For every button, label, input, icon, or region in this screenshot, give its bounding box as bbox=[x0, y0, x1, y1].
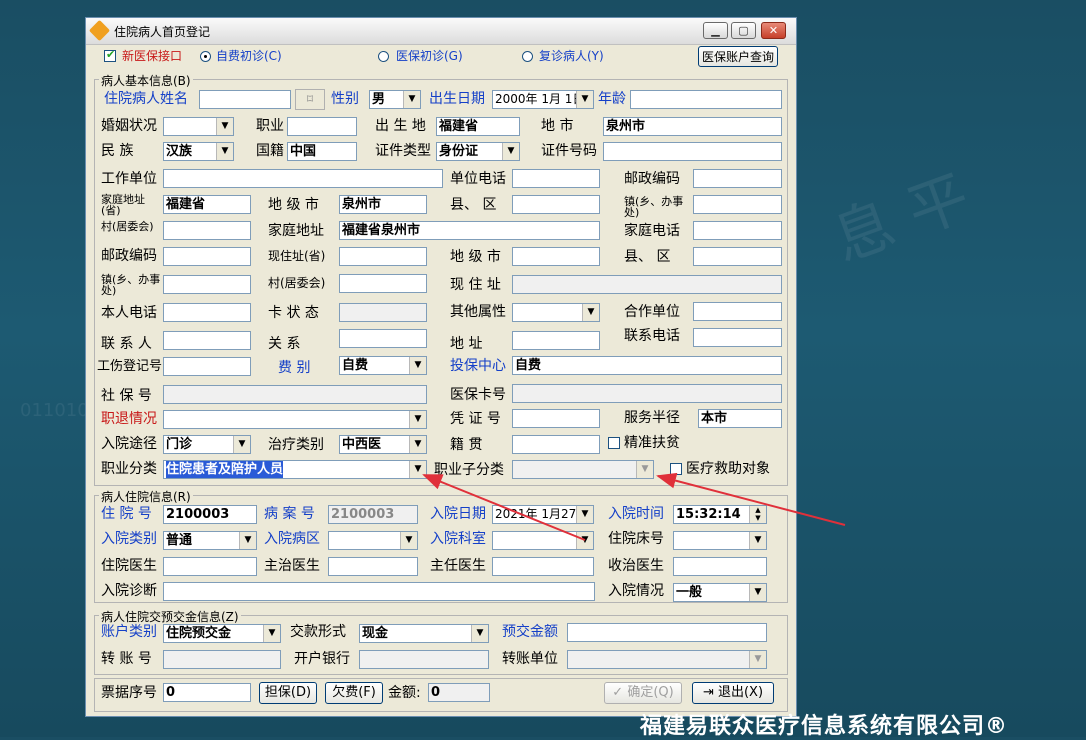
annotation-arrows bbox=[422, 472, 846, 541]
company-name: 福建易联众医疗信息系统有限公司® bbox=[640, 714, 1009, 739]
arrow-to-occupation-class bbox=[422, 474, 586, 541]
arrow-to-occupation-subclass bbox=[656, 472, 846, 526]
